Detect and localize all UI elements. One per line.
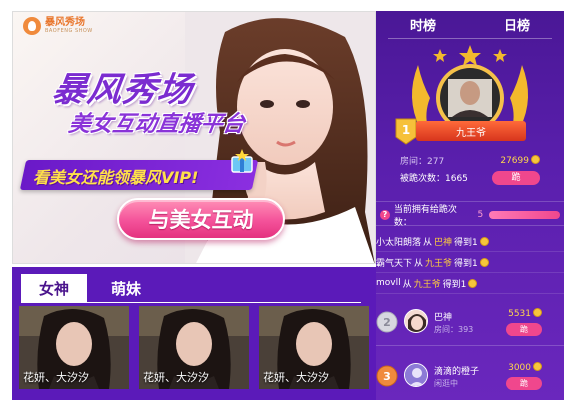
feed-user: movll	[376, 278, 401, 288]
banner-headline: 暴风秀场	[49, 70, 196, 110]
feed-streamer: 巴神	[434, 237, 453, 248]
page: 暴风秀场 BAOFENG SHOW 暴风秀场 美女互动直播平台 看美女还能领暴风…	[0, 0, 574, 413]
feed-user: 小太阳朗落	[376, 237, 422, 248]
rank-row-room: 房间：393	[434, 325, 474, 334]
streamer-name: 花妍、大汐汐	[143, 371, 209, 384]
feed-result: 得到1	[454, 258, 478, 269]
rank-row-points: 5531	[508, 308, 542, 319]
avatar[interactable]	[404, 363, 428, 387]
coin-icon	[531, 155, 540, 164]
top-ranked-points: 27699	[500, 156, 529, 166]
banner-subheadline: 美女互动直播平台	[66, 112, 247, 137]
rank-row-points: 3000	[508, 362, 542, 373]
rank-one-number: 1	[402, 123, 410, 137]
brand-subtitle: BAOFENG SHOW	[45, 28, 93, 34]
top-ranked-name: 九王爷	[416, 121, 526, 141]
coin-icon	[479, 236, 489, 246]
coin-icon	[533, 362, 542, 371]
brand-logo[interactable]: 暴风秀场 BAOFENG SHOW	[23, 17, 93, 35]
rank-row-name: 巴神	[434, 313, 453, 323]
owned-kneel-count: ? 当前拥有给跪次数： 5	[380, 205, 560, 228]
feed-user: 霸气天下	[376, 258, 413, 269]
feed-from: 从	[402, 279, 412, 290]
question-icon[interactable]: ?	[380, 210, 390, 220]
streamer-name: 花妍、大汐汐	[263, 371, 329, 384]
avatar-image	[405, 310, 427, 332]
tab-cute-girls[interactable]: 萌妹	[101, 274, 151, 302]
rank-row-status: 闲逛中	[434, 379, 458, 388]
ranking-panel: 时榜 日榜 1 九王爷 房间：277 27699 被跪次数：1665 跪 ? 当…	[376, 11, 564, 400]
rank-two-medal: 2	[376, 311, 398, 333]
tab-daily-rank[interactable]: 日榜	[470, 11, 564, 38]
rank-two-number: 2	[383, 316, 391, 329]
feed-line: 霸气天下 从 九王爷 得到1	[376, 252, 564, 273]
rank-three-number: 3	[383, 370, 391, 383]
owned-kneel-bar	[489, 211, 560, 219]
rank-row[interactable]: 3 滴滴的橙子 闲逛中 3000 跪	[376, 357, 564, 397]
owned-kneel-value: 5	[477, 210, 484, 220]
rank-three-medal: 3	[376, 365, 398, 387]
divider	[376, 345, 564, 346]
brand-name: 暴风秀场	[45, 17, 85, 28]
vip-gift-icon	[231, 149, 253, 173]
avatar[interactable]	[404, 309, 428, 333]
streamer-cards: 花妍、大汐汐 花妍、大汐汐 花妍、大汐汐	[19, 306, 369, 389]
tab-hourly-rank[interactable]: 时榜	[376, 11, 470, 38]
streamer-section: 女神 萌妹 花妍、大汐汐 花妍、大汐汐 花妍、大汐汐	[12, 267, 376, 400]
coin-icon	[479, 257, 489, 267]
activity-feed: 小太阳朗落 从 巴神 得到1 霸气天下 从 九王爷 得到1 movll 从 九王…	[376, 231, 564, 294]
points-value: 5531	[508, 309, 531, 319]
divider	[376, 225, 564, 226]
feed-from: 从	[423, 237, 433, 248]
feed-streamer: 九王爷	[413, 279, 441, 290]
feed-streamer: 九王爷	[425, 258, 453, 269]
interact-with-beauty-button[interactable]: 与美女互动	[117, 198, 285, 240]
kneel-button[interactable]: 跪	[506, 377, 542, 390]
top-ranked-room: 房间：277	[400, 157, 445, 167]
tab-goddess[interactable]: 女神	[21, 274, 87, 302]
brand-logo-icon	[23, 17, 41, 35]
feed-result: 得到1	[442, 279, 467, 290]
rank-row[interactable]: 2 巴神 房间：393 5531 跪	[376, 303, 564, 343]
points-value: 3000	[508, 363, 531, 373]
coin-icon	[533, 308, 542, 317]
streamer-name: 花妍、大汐汐	[23, 371, 89, 384]
top-ranked-jumps: 被跪次数：1665	[400, 174, 468, 184]
feed-from: 从	[414, 258, 424, 269]
top-ranked-stats: 房间：277 27699 被跪次数：1665 跪	[400, 152, 540, 186]
default-avatar-icon	[405, 364, 427, 386]
streamer-card[interactable]: 花妍、大汐汐	[259, 306, 369, 389]
ranking-tabs: 时榜 日榜	[376, 11, 564, 38]
streamer-tabs: 女神 萌妹	[21, 274, 361, 303]
streamer-card[interactable]: 花妍、大汐汐	[19, 306, 129, 389]
rank-one-badge: 1	[395, 118, 417, 145]
promo-text: 看美女还能领暴风VIP!	[33, 168, 199, 187]
tab-divider	[388, 38, 552, 39]
rank-row-name: 滴滴的橙子	[434, 367, 480, 377]
feed-line: movll 从 九王爷 得到1	[376, 273, 564, 294]
feed-result: 得到1	[454, 237, 478, 248]
promo-banner[interactable]: 暴风秀场 BAOFENG SHOW 暴风秀场 美女互动直播平台 看美女还能领暴风…	[12, 11, 376, 264]
kneel-button[interactable]: 跪	[492, 170, 540, 185]
coin-icon	[468, 278, 478, 288]
kneel-button[interactable]: 跪	[506, 323, 542, 336]
streamer-card[interactable]: 花妍、大汐汐	[139, 306, 249, 389]
feed-line: 小太阳朗落 从 巴神 得到1	[376, 231, 564, 252]
